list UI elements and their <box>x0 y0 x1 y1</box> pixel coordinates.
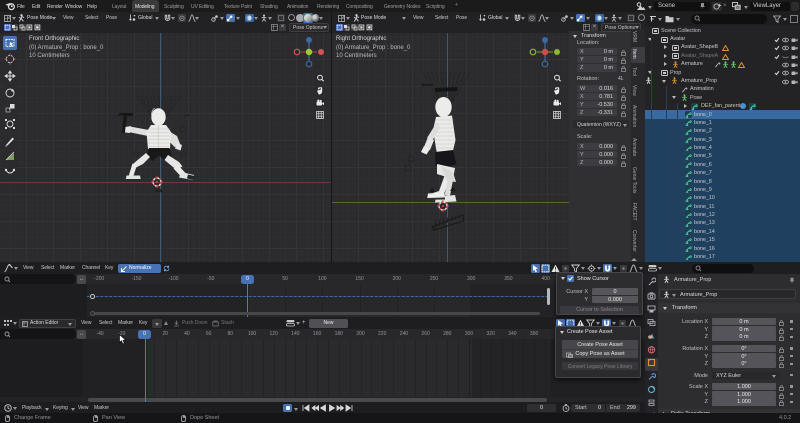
svg-text:43.1: 43.1 <box>155 188 164 193</box>
